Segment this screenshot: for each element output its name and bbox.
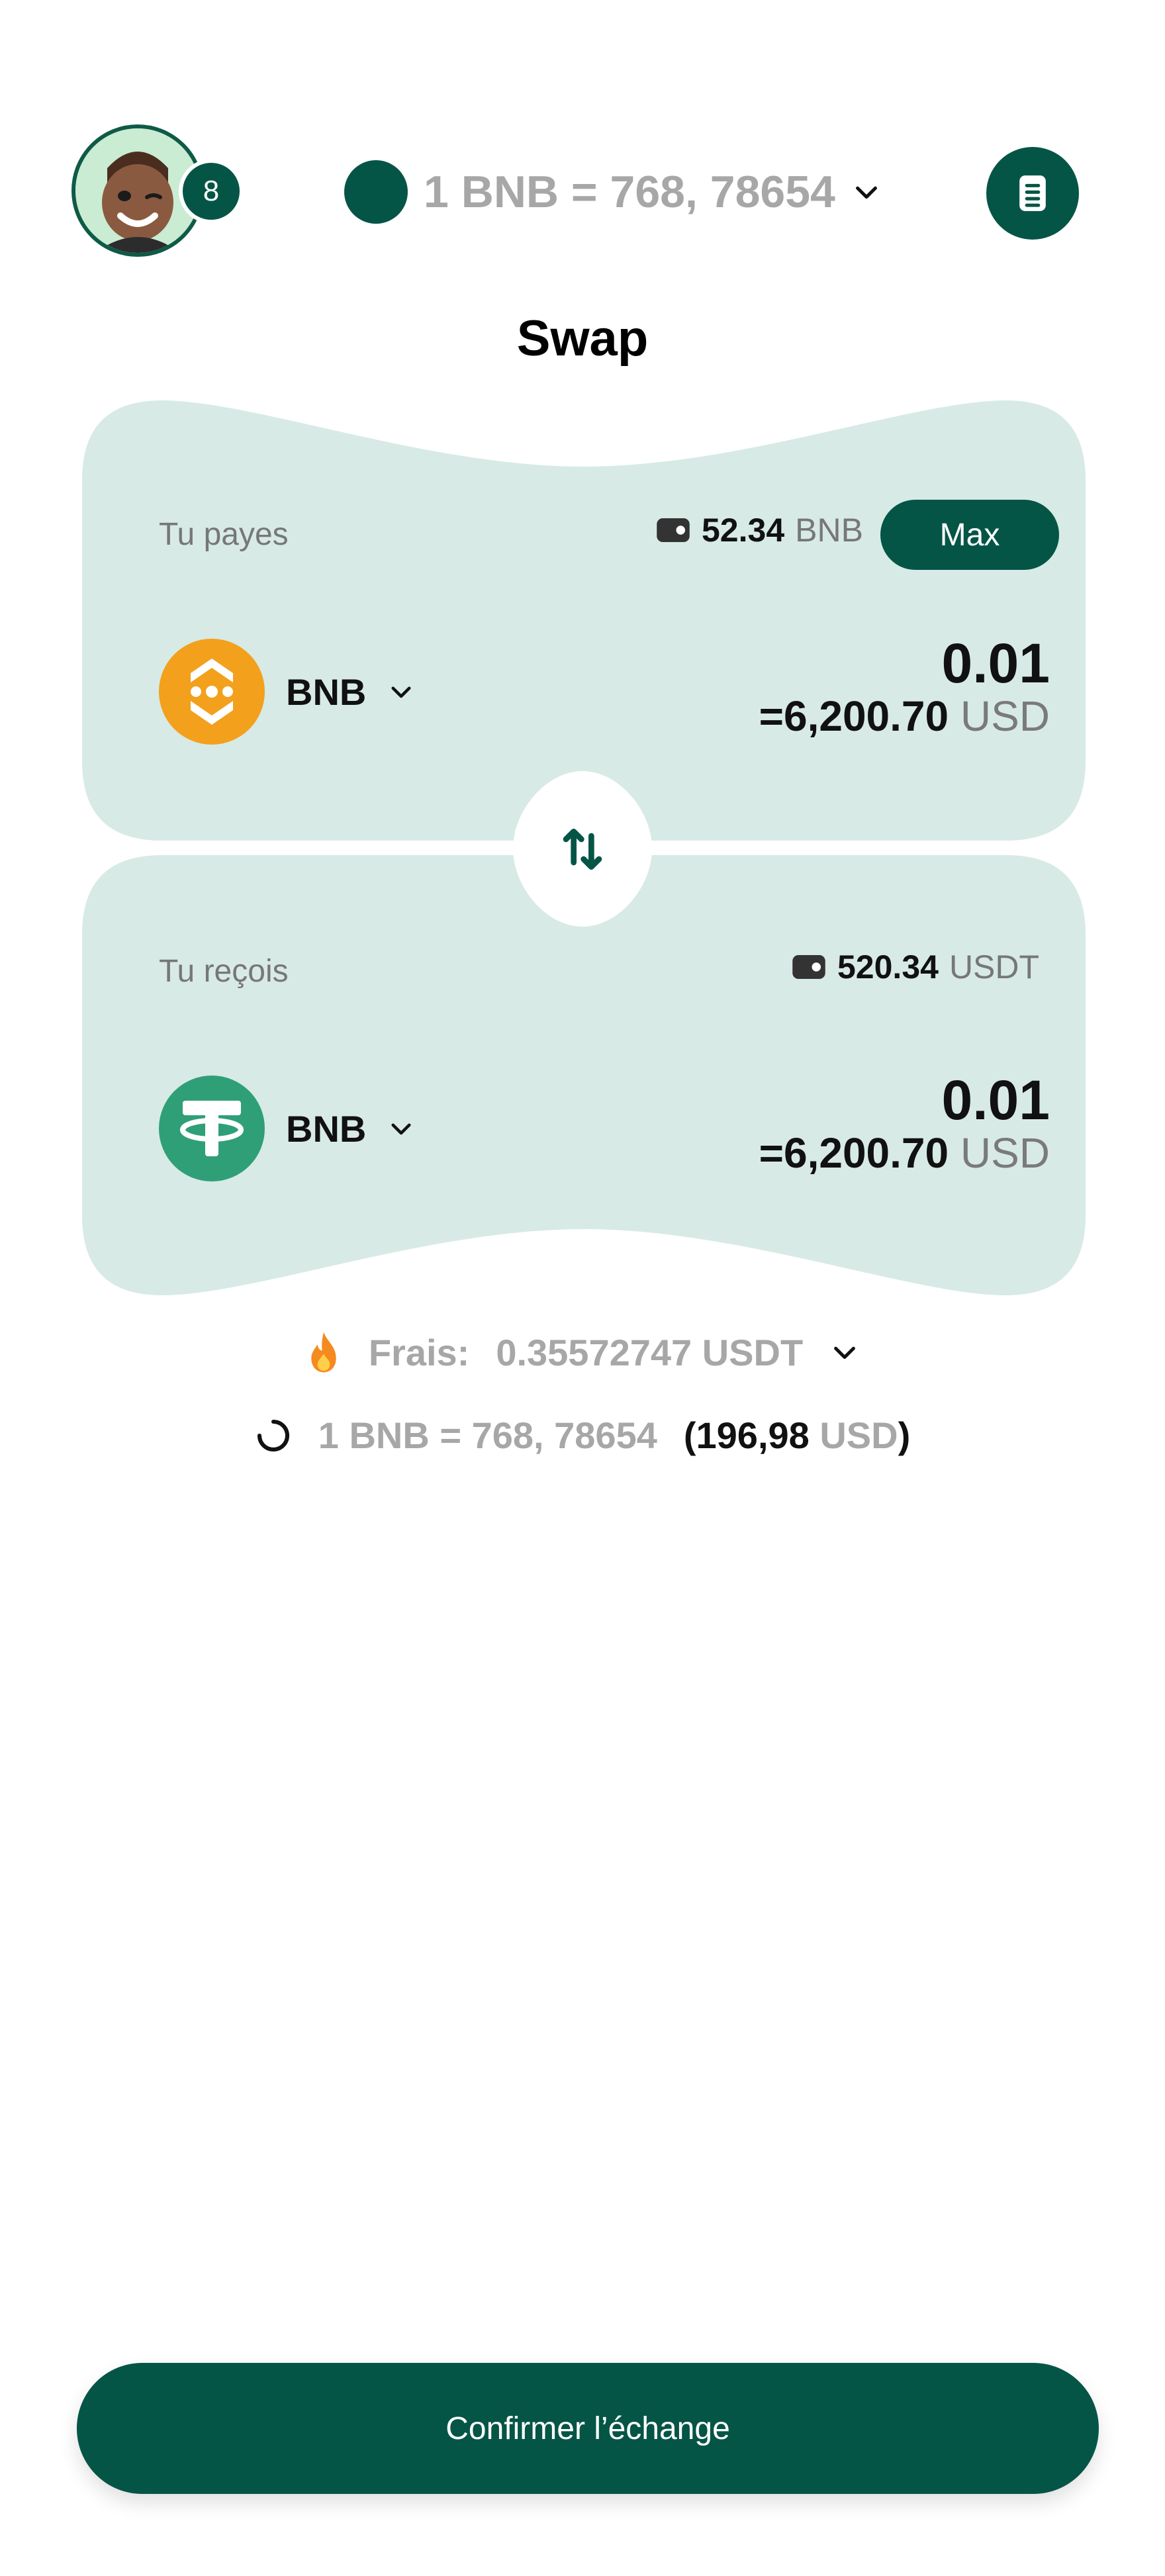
- pay-token-selector[interactable]: BNB: [159, 639, 415, 745]
- bnb-coin-icon: [159, 639, 265, 745]
- receive-token-name: BNB: [286, 1107, 367, 1150]
- receive-amount: 0.01 =6,200.70 USD: [759, 1072, 1050, 1179]
- chevron-down-icon: [855, 186, 877, 199]
- page-title: Swap: [516, 310, 649, 367]
- footer-usd-number: 196,98: [696, 1414, 810, 1456]
- pay-usd-unit: USD: [960, 692, 1050, 740]
- footer-open-paren: (: [683, 1414, 696, 1456]
- footer-close-paren: ): [898, 1414, 911, 1456]
- fees-label: Frais:: [368, 1331, 470, 1373]
- swap-direction-button[interactable]: [513, 771, 652, 927]
- swap-arrows-icon: [563, 829, 602, 870]
- fire-icon: [311, 1332, 336, 1373]
- receive-usd-amount: =6,200.70 USD: [759, 1128, 1050, 1179]
- chevron-down-icon: [834, 1346, 856, 1359]
- wallet-icon: [792, 955, 825, 979]
- receive-balance-unit: USDT: [949, 948, 1040, 986]
- rate-selector[interactable]: 1 BNB = 768, 78654: [344, 159, 882, 225]
- receive-label: Tu reçois: [159, 954, 289, 989]
- receive-balance: 520.34 USDT: [791, 948, 1039, 986]
- rate-text: 1 BNB = 768, 78654: [424, 167, 835, 217]
- pay-amount[interactable]: 0.01 =6,200.70 USD: [759, 635, 1050, 742]
- fees-row[interactable]: Frais: 0.35572747 USDT: [0, 1330, 1165, 1374]
- wallet-icon: [657, 518, 690, 542]
- footer-usd-unit: USD: [819, 1414, 898, 1456]
- pay-balance: 52.34 BNB: [655, 511, 863, 549]
- notification-badge[interactable]: 8: [179, 159, 244, 224]
- loading-spinner-icon: [257, 1419, 289, 1451]
- chevron-down-icon: [391, 1123, 411, 1135]
- pay-token-name: BNB: [286, 670, 367, 713]
- fees-value: 0.35572747 USDT: [496, 1331, 804, 1373]
- pay-balance-unit: BNB: [795, 512, 863, 549]
- receive-amount-value: 0.01: [941, 1069, 1050, 1131]
- receive-usd-value: =6,200.70: [759, 1129, 949, 1177]
- receive-token-selector[interactable]: BNB: [159, 1076, 415, 1181]
- pay-usd-amount: =6,200.70 USD: [759, 691, 1050, 742]
- rate-footer: 1 BNB = 768, 78654 (196,98 USD): [0, 1414, 1165, 1457]
- pay-amount-value[interactable]: 0.01: [759, 635, 1050, 691]
- confirm-swap-button[interactable]: Confirmer l’échange: [77, 2363, 1099, 2494]
- chevron-down-icon: [391, 686, 411, 698]
- pay-usd-value: =6,200.70: [759, 692, 949, 740]
- notification-count: 8: [203, 175, 220, 207]
- pay-label: Tu payes: [159, 517, 289, 552]
- history-button[interactable]: [986, 147, 1079, 240]
- footer-usd: (196,98 USD): [684, 1414, 910, 1457]
- max-button[interactable]: Max: [880, 500, 1059, 570]
- footer-rate-text: 1 BNB = 768, 78654: [318, 1414, 657, 1456]
- pay-balance-value: 52.34: [702, 512, 785, 549]
- receive-balance-value: 520.34: [837, 948, 939, 986]
- receive-usd-unit: USD: [960, 1129, 1050, 1177]
- network-dot: [344, 160, 408, 224]
- document-icon: [1019, 175, 1046, 211]
- tether-coin-icon: [159, 1076, 265, 1181]
